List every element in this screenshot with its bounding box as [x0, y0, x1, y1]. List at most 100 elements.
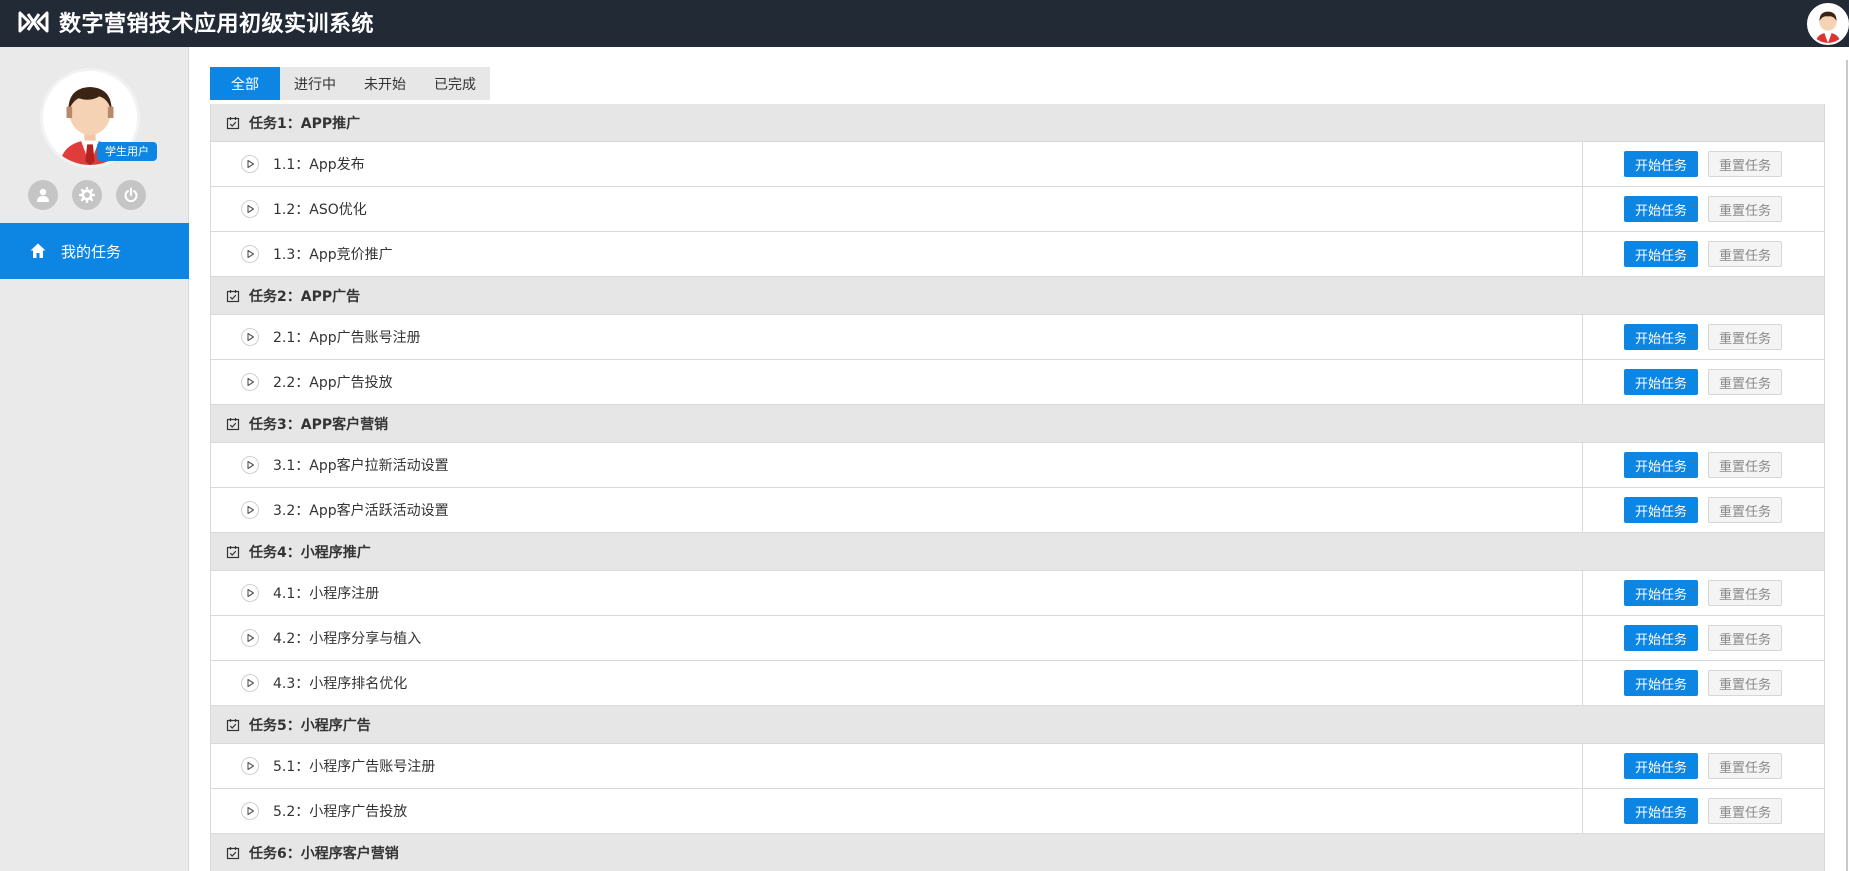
gear-icon — [79, 187, 95, 203]
task-row-actions: 开始任务 重置任务 — [1583, 616, 1824, 660]
task-group-title: 任务6：小程序客户营销 — [249, 845, 399, 862]
user-role-badge: 学生用户 — [97, 142, 157, 161]
avatar-icon — [1809, 5, 1847, 43]
start-task-button[interactable]: 开始任务 — [1624, 625, 1698, 651]
sidebar-icon-row — [28, 180, 146, 210]
play-icon — [247, 633, 255, 643]
reset-task-button[interactable]: 重置任务 — [1708, 241, 1782, 267]
task-label: 3.2：App客户活跃活动设置 — [273, 503, 449, 519]
start-task-button[interactable]: 开始任务 — [1624, 452, 1698, 478]
task-group-header: 任务2：APP广告 — [211, 277, 1824, 315]
task-row-info: 5.2：小程序广告投放 — [211, 789, 1583, 833]
play-icon — [247, 806, 255, 816]
task-row-info: 1.1：App发布 — [211, 142, 1583, 186]
play-button[interactable] — [241, 200, 259, 218]
task-group-header: 任务3：APP客户营销 — [211, 405, 1824, 443]
play-button[interactable] — [241, 584, 259, 602]
user-icon — [37, 188, 49, 202]
task-row: 1.1：App发布 开始任务 重置任务 — [211, 142, 1824, 187]
reset-task-button[interactable]: 重置任务 — [1708, 196, 1782, 222]
task-group-title: 任务3：APP客户营销 — [249, 416, 389, 433]
start-task-button[interactable]: 开始任务 — [1624, 580, 1698, 606]
reset-task-button[interactable]: 重置任务 — [1708, 753, 1782, 779]
start-task-button[interactable]: 开始任务 — [1624, 369, 1698, 395]
play-icon — [247, 332, 255, 342]
task-row: 5.1：小程序广告账号注册 开始任务 重置任务 — [211, 744, 1824, 789]
task-row: 3.1：App客户拉新活动设置 开始任务 重置任务 — [211, 443, 1824, 488]
play-icon — [247, 761, 255, 771]
start-task-button[interactable]: 开始任务 — [1624, 241, 1698, 267]
task-label: 1.2：ASO优化 — [273, 202, 367, 218]
task-group-title: 任务1：APP推广 — [249, 115, 361, 132]
task-row: 4.1：小程序注册 开始任务 重置任务 — [211, 571, 1824, 616]
play-button[interactable] — [241, 629, 259, 647]
calendar-check-icon — [226, 846, 240, 859]
play-button[interactable] — [241, 802, 259, 820]
task-row-info: 1.3：App竞价推广 — [211, 232, 1583, 276]
task-row-actions: 开始任务 重置任务 — [1583, 744, 1824, 788]
tab-all[interactable]: 全部 — [210, 67, 280, 100]
task-row-info: 4.1：小程序注册 — [211, 571, 1583, 615]
profile-button[interactable] — [28, 180, 58, 210]
play-button[interactable] — [241, 245, 259, 263]
sidebar: 学生用户 我的任务 — [0, 47, 189, 871]
task-row-actions: 开始任务 重置任务 — [1583, 443, 1824, 487]
task-group-title: 任务4：小程序推广 — [249, 544, 371, 561]
tab-in-progress[interactable]: 进行中 — [280, 67, 350, 100]
start-task-button[interactable]: 开始任务 — [1624, 196, 1698, 222]
task-row-info: 1.2：ASO优化 — [211, 187, 1583, 231]
task-row-actions: 开始任务 重置任务 — [1583, 142, 1824, 186]
play-icon — [247, 588, 255, 598]
task-label: 2.2：App广告投放 — [273, 375, 393, 391]
play-button[interactable] — [241, 501, 259, 519]
tab-completed[interactable]: 已完成 — [420, 67, 490, 100]
task-row: 2.2：App广告投放 开始任务 重置任务 — [211, 360, 1824, 405]
play-button[interactable] — [241, 674, 259, 692]
calendar-check-icon — [226, 116, 240, 129]
reset-task-button[interactable]: 重置任务 — [1708, 798, 1782, 824]
task-row-info: 4.3：小程序排名优化 — [211, 661, 1583, 705]
user-avatar-top[interactable] — [1807, 3, 1849, 45]
reset-task-button[interactable]: 重置任务 — [1708, 369, 1782, 395]
scrollbar[interactable] — [1846, 60, 1848, 871]
task-row-actions: 开始任务 重置任务 — [1583, 315, 1824, 359]
reset-task-button[interactable]: 重置任务 — [1708, 497, 1782, 523]
task-group-header: 任务6：小程序客户营销 — [211, 834, 1824, 871]
nav-item-my-tasks[interactable]: 我的任务 — [0, 223, 189, 279]
task-row: 4.2：小程序分享与植入 开始任务 重置任务 — [211, 616, 1824, 661]
start-task-button[interactable]: 开始任务 — [1624, 497, 1698, 523]
play-button[interactable] — [241, 328, 259, 346]
reset-task-button[interactable]: 重置任务 — [1708, 580, 1782, 606]
task-row-info: 2.2：App广告投放 — [211, 360, 1583, 404]
task-group-header: 任务5：小程序广告 — [211, 706, 1824, 744]
task-list: 任务1：APP推广 1.1：App发布 开始任务 重置任务 1.2：ASO优化 开始任务重… — [210, 104, 1825, 871]
logout-button[interactable] — [116, 180, 146, 210]
task-label: 4.3：小程序排名优化 — [273, 676, 408, 692]
reset-task-button[interactable]: 重置任务 — [1708, 151, 1782, 177]
reset-task-button[interactable]: 重置任务 — [1708, 324, 1782, 350]
start-task-button[interactable]: 开始任务 — [1624, 670, 1698, 696]
start-task-button[interactable]: 开始任务 — [1624, 324, 1698, 350]
play-button[interactable] — [241, 456, 259, 474]
reset-task-button[interactable]: 重置任务 — [1708, 670, 1782, 696]
task-row: 5.2：小程序广告投放 开始任务 重置任务 — [211, 789, 1824, 834]
reset-task-button[interactable]: 重置任务 — [1708, 625, 1782, 651]
play-button[interactable] — [241, 155, 259, 173]
play-button[interactable] — [241, 373, 259, 391]
task-row-actions: 开始任务 重置任务 — [1583, 571, 1824, 615]
reset-task-button[interactable]: 重置任务 — [1708, 452, 1782, 478]
play-icon — [247, 204, 255, 214]
task-row: 2.1：App广告账号注册 开始任务 重置任务 — [211, 315, 1824, 360]
play-button[interactable] — [241, 757, 259, 775]
task-label: 4.2：小程序分享与植入 — [273, 631, 422, 647]
start-task-button[interactable]: 开始任务 — [1624, 798, 1698, 824]
start-task-button[interactable]: 开始任务 — [1624, 151, 1698, 177]
main-content: 全部 进行中 未开始 已完成 任务1：APP推广 1.1：App发布 开始任务 重置任… — [210, 67, 1825, 871]
start-task-button[interactable]: 开始任务 — [1624, 753, 1698, 779]
tab-not-started[interactable]: 未开始 — [350, 67, 420, 100]
calendar-check-icon — [226, 718, 240, 731]
play-icon — [247, 377, 255, 387]
task-row-actions: 开始任务 重置任务 — [1583, 232, 1824, 276]
calendar-check-icon — [226, 417, 240, 430]
settings-button[interactable] — [72, 180, 102, 210]
